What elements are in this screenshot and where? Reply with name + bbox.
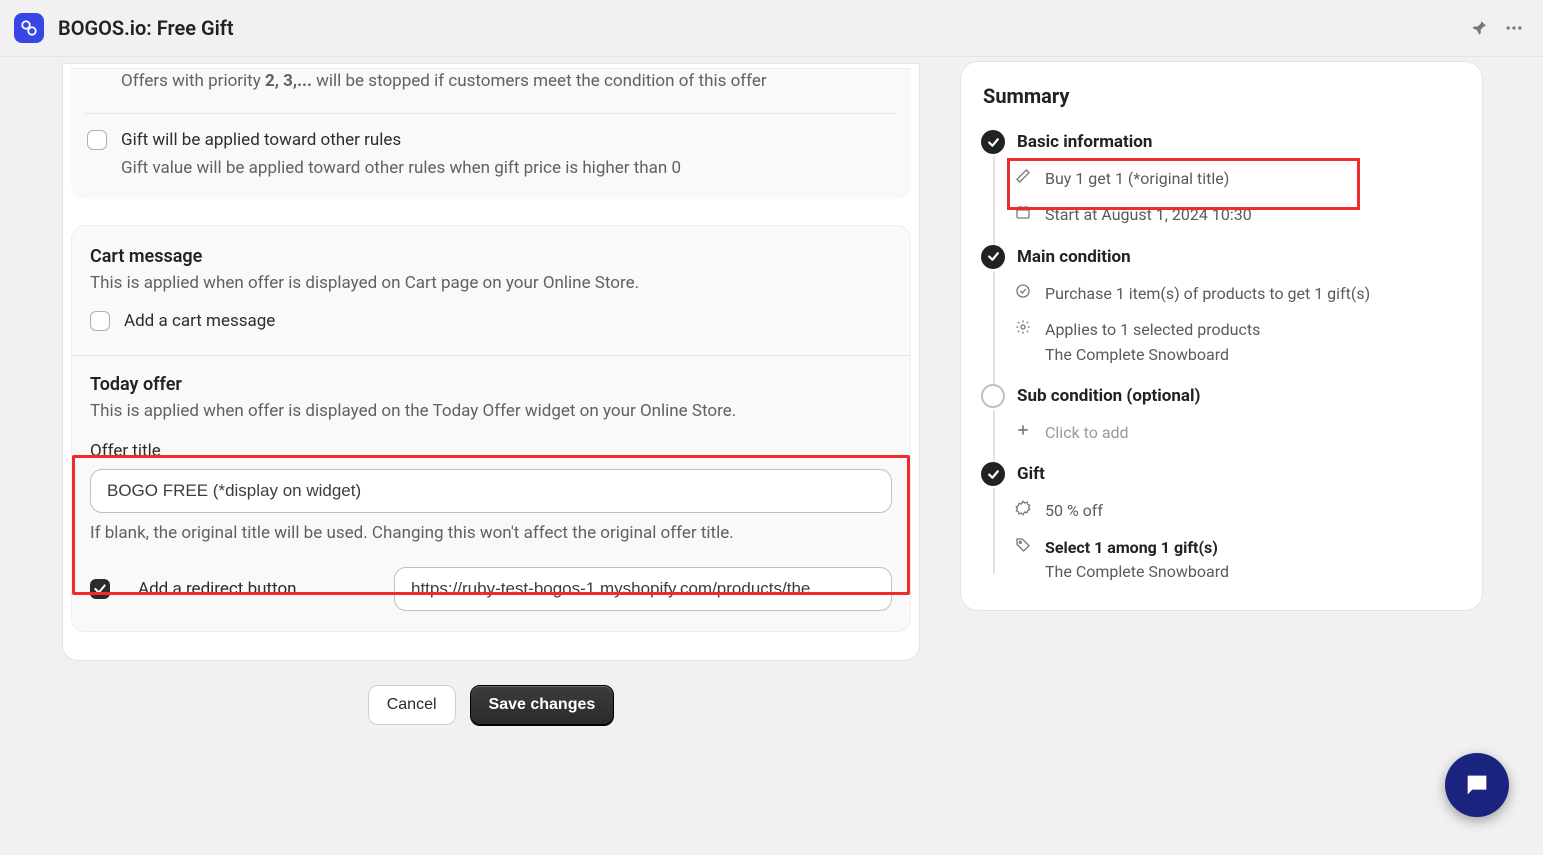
- today-offer-title: Today offer: [90, 374, 892, 395]
- summary-main-condition: Purchase 1 item(s) of products to get 1 …: [1013, 269, 1462, 305]
- app-logo-icon: [14, 13, 44, 43]
- open-bullet-icon: [981, 384, 1005, 408]
- calendar-icon: [1013, 204, 1033, 220]
- more-icon[interactable]: [1499, 13, 1529, 43]
- redirect-checkbox[interactable]: [90, 579, 110, 599]
- redirect-row: Add a redirect button: [90, 567, 892, 611]
- summary-main-section: Main condition Purchase 1 item(s) of pro…: [981, 245, 1462, 366]
- discount-icon: [1013, 500, 1033, 516]
- summary-basic-section: Basic information Buy 1 get 1 (*original…: [981, 130, 1462, 227]
- priority-card: Offers with priority 2, 3,... will be st…: [71, 68, 911, 199]
- add-cart-message-row[interactable]: Add a cart message: [90, 311, 892, 337]
- form-card: Offers with priority 2, 3,... will be st…: [62, 63, 920, 661]
- offer-title-helper: If blank, the original title will be use…: [90, 523, 892, 543]
- summary-sub-add[interactable]: Click to add: [1013, 408, 1462, 444]
- summary-title: Summary: [983, 84, 1462, 108]
- cancel-button[interactable]: Cancel: [368, 685, 456, 725]
- offer-title-input[interactable]: [90, 469, 892, 513]
- apply-toward-row[interactable]: Gift will be applied toward other rules: [87, 114, 895, 156]
- check-bullet-icon: [981, 462, 1005, 486]
- summary-gift-pct: 50 % off: [1013, 486, 1462, 522]
- check-bullet-icon: [981, 130, 1005, 154]
- summary-start: Start at August 1, 2024 10:30: [1013, 190, 1462, 226]
- add-cart-message-checkbox[interactable]: [90, 311, 110, 331]
- cart-message-desc: This is applied when offer is displayed …: [90, 273, 892, 293]
- topbar: BOGOS.io: Free Gift: [0, 0, 1543, 57]
- today-offer-section: Today offer This is applied when offer i…: [90, 374, 892, 611]
- pin-icon[interactable]: [1465, 13, 1495, 43]
- apply-toward-checkbox[interactable]: [87, 130, 107, 150]
- redirect-url-input[interactable]: [394, 567, 892, 611]
- check-bullet-icon: [981, 245, 1005, 269]
- summary-gift-select: Select 1 among 1 gift(s) The Complete Sn…: [1013, 523, 1462, 584]
- save-button[interactable]: Save changes: [470, 685, 615, 725]
- plus-icon: [1013, 422, 1033, 438]
- gear-icon: [1013, 319, 1033, 335]
- check-circle-icon: [1013, 283, 1033, 299]
- offer-title-label: Offer title: [90, 441, 892, 461]
- cart-today-card: Cart message This is applied when offer …: [71, 225, 911, 632]
- cart-message-section: Cart message This is applied when offer …: [90, 246, 892, 337]
- summary-main-applies: Applies to 1 selected products The Compl…: [1013, 305, 1462, 366]
- app-title: BOGOS.io: Free Gift: [58, 16, 234, 40]
- summary-sub-section: Sub condition (optional) Click to add: [981, 384, 1462, 444]
- summary-offer-name[interactable]: Buy 1 get 1 (*original title): [1013, 154, 1462, 190]
- chat-icon: [1463, 771, 1491, 799]
- summary-card: Summary Basic information Buy 1 get: [960, 61, 1483, 611]
- cart-message-title: Cart message: [90, 246, 892, 267]
- summary-gift-section: Gift 50 % off Select 1 among 1 gift(s) T…: [981, 462, 1462, 583]
- form-actions: Cancel Save changes: [62, 685, 920, 725]
- apply-toward-desc: Gift value will be applied toward other …: [87, 156, 895, 198]
- redirect-label: Add a redirect button: [138, 579, 297, 599]
- pencil-icon: [1013, 168, 1033, 184]
- add-cart-message-label: Add a cart message: [124, 311, 275, 331]
- tag-icon: [1013, 537, 1033, 553]
- priority-text: Offers with priority 2, 3,... will be st…: [87, 69, 895, 113]
- apply-toward-label: Gift will be applied toward other rules: [121, 130, 401, 150]
- today-offer-desc: This is applied when offer is displayed …: [90, 401, 892, 421]
- chat-button[interactable]: [1445, 753, 1509, 817]
